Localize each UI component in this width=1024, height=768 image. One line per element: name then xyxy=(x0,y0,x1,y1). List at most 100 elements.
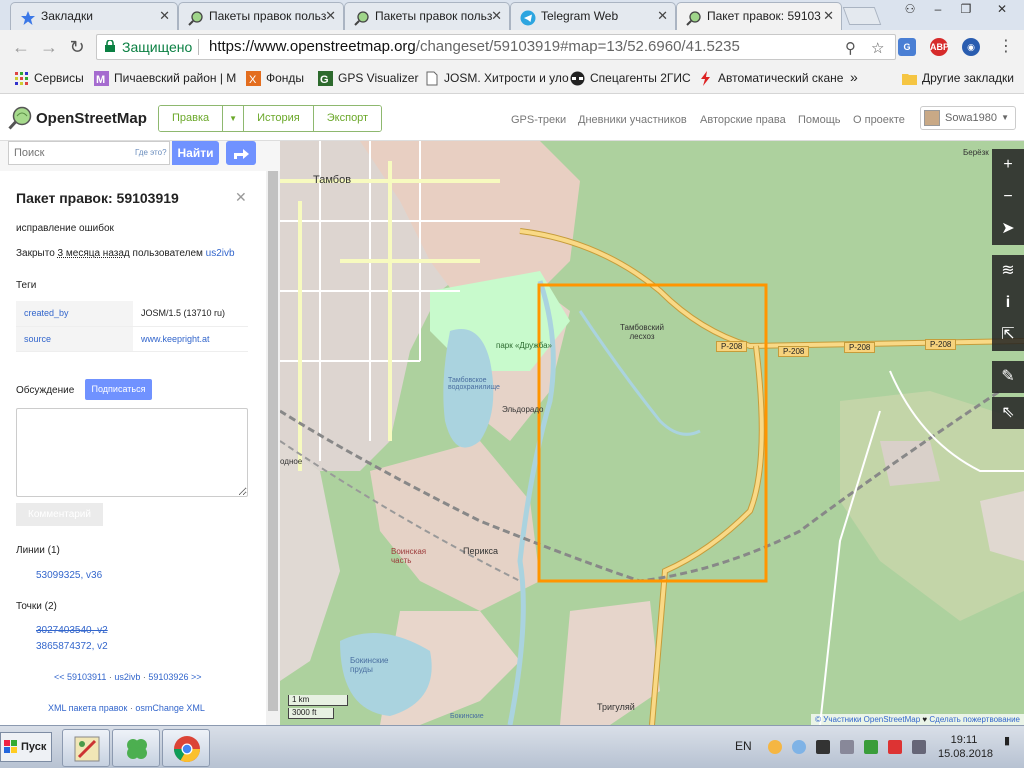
nav-copyright[interactable]: Авторские права xyxy=(700,114,786,126)
back-button[interactable]: ← xyxy=(10,36,32,58)
svg-text:X: X xyxy=(249,74,257,86)
user-menu[interactable]: Sowa1980 ▼ xyxy=(920,106,1016,130)
query-features-icon[interactable]: ⇖ xyxy=(992,397,1024,429)
tag-key[interactable]: source xyxy=(16,326,133,352)
nav-about[interactable]: О проекте xyxy=(853,114,905,126)
nav-help[interactable]: Помощь xyxy=(798,114,841,126)
bookmark-pichaevsky[interactable]: M Пичаевский район | М xyxy=(94,71,236,86)
donate-link[interactable]: Сделать пожертвование xyxy=(929,715,1020,724)
tab-changesets-2[interactable]: Пакеты правок польз ✕ xyxy=(344,2,510,30)
changeset-user-link[interactable]: us2ivb xyxy=(206,248,235,259)
adblock-extension-icon[interactable]: ABP xyxy=(930,38,949,56)
tab-bookmarks[interactable]: Закладки ✕ xyxy=(10,2,178,30)
close-icon[interactable]: ✕ xyxy=(491,3,502,29)
close-icon[interactable]: ✕ xyxy=(823,3,834,29)
info-icon[interactable]: i xyxy=(992,287,1024,319)
system-clock[interactable]: 19:11 15.08.2018 xyxy=(938,733,993,761)
browser-menu-icon[interactable]: ⋮ xyxy=(998,36,1014,56)
reload-button[interactable]: ↻ xyxy=(66,36,88,58)
osm-brand[interactable]: OpenStreetMap xyxy=(36,110,147,127)
svg-text:G: G xyxy=(320,74,329,86)
comment-button[interactable]: Комментарий xyxy=(16,503,103,526)
show-desktop-button[interactable]: ▮ xyxy=(1004,734,1010,747)
lock-icon xyxy=(105,40,115,52)
other-bookmarks-folder[interactable]: Другие закладки xyxy=(902,71,1014,85)
note-icon[interactable]: ✎ xyxy=(992,361,1024,393)
zoom-in-button[interactable]: + xyxy=(992,149,1024,181)
bookmark-2gis[interactable]: Спецагенты 2ГИС xyxy=(570,71,691,86)
address-bar[interactable]: Защищено https://www.openstreetmap.org/c… xyxy=(96,34,896,60)
zoom-out-button[interactable]: − xyxy=(992,181,1024,213)
tray-nvidia-icon[interactable] xyxy=(816,740,830,754)
chevron-down-icon: ▼ xyxy=(1001,113,1009,122)
taskbar-josm[interactable] xyxy=(62,729,110,767)
osm-icon xyxy=(188,9,204,26)
search-button[interactable]: Найти xyxy=(172,141,219,165)
sidebar-scroll-thumb[interactable] xyxy=(268,171,278,711)
bookmark-funds[interactable]: X Фонды xyxy=(246,71,304,86)
user-changesets-link[interactable]: us2ivb xyxy=(114,672,140,682)
way-link[interactable]: 53099325, v36 xyxy=(36,570,102,581)
start-button[interactable]: Пуск xyxy=(0,732,52,762)
volume-icon[interactable] xyxy=(840,740,854,754)
nav-gps-traces[interactable]: GPS-треки xyxy=(511,114,566,126)
node-link-deleted[interactable]: 3027403540, v2 xyxy=(36,625,108,636)
bookmark-star-icon[interactable]: ☆ xyxy=(871,37,884,61)
close-icon[interactable]: ✕ xyxy=(325,3,336,29)
nav-user-diaries[interactable]: Дневники участников xyxy=(578,114,687,126)
bookmark-gps-visualizer[interactable]: G GPS Visualizer xyxy=(318,71,418,86)
map-label-reservoir: Тамбовское водохранилище xyxy=(448,377,500,391)
translate-extension-icon[interactable]: G xyxy=(898,38,916,56)
zoom-search-icon[interactable]: ⚲ xyxy=(845,37,856,61)
restore-button[interactable]: ❐ xyxy=(952,0,980,20)
minimize-button[interactable]: – xyxy=(924,0,952,20)
bookmark-josm[interactable]: JOSM. Хитрости и уло xyxy=(424,71,569,86)
tab-changesets-1[interactable]: Пакеты правок польз ✕ xyxy=(178,2,344,30)
export-button[interactable]: Экспорт xyxy=(313,106,382,131)
subscribe-button[interactable]: Подписаться xyxy=(85,379,152,400)
bookmark-services[interactable]: Сервисы xyxy=(14,71,84,85)
node-link[interactable]: 3865874372, v2 xyxy=(36,641,108,652)
language-indicator[interactable]: EN xyxy=(735,739,752,753)
tab-telegram[interactable]: Telegram Web ✕ xyxy=(510,2,676,30)
close-icon[interactable]: ✕ xyxy=(657,3,668,29)
close-icon[interactable]: ✕ xyxy=(235,189,247,206)
bookmark-scanner[interactable]: Автоматический скане xyxy=(698,71,843,86)
tray-power-icon[interactable] xyxy=(912,740,926,754)
tag-key[interactable]: created_by xyxy=(16,301,133,327)
history-button[interactable]: История xyxy=(244,106,314,131)
share-icon[interactable]: ⇱ xyxy=(992,319,1024,351)
tray-network-icon[interactable] xyxy=(888,740,902,754)
new-tab-button[interactable] xyxy=(842,7,882,25)
comment-textarea[interactable] xyxy=(16,408,248,497)
map-view[interactable]: Тамбов Тамбовский лесхоз Эльдорадо Тамбо… xyxy=(280,141,1024,725)
more-bookmarks-button[interactable]: » xyxy=(850,69,858,85)
layers-icon[interactable]: ≋ xyxy=(992,255,1024,287)
forward-button[interactable]: → xyxy=(38,36,60,58)
taskbar-clover-app[interactable] xyxy=(112,729,160,767)
where-is-this-link[interactable]: Где это? xyxy=(135,148,167,157)
directions-button[interactable] xyxy=(226,141,256,165)
scale-km: 1 km xyxy=(288,695,348,706)
close-window-button[interactable]: ✕ xyxy=(980,0,1024,20)
changeset-xml-link[interactable]: XML пакета правок xyxy=(48,703,127,713)
next-changeset-link[interactable]: 59103926 >> xyxy=(148,672,201,682)
prev-changeset-link[interactable]: << 59103911 xyxy=(54,672,106,682)
tray-security-icon[interactable] xyxy=(864,740,878,754)
tab-changeset-active[interactable]: Пакет правок: 59103 ✕ xyxy=(676,2,842,30)
profile-icon[interactable]: ⚇ xyxy=(896,0,924,20)
tray-app-icon[interactable] xyxy=(768,740,782,754)
locate-icon[interactable]: ➤ xyxy=(992,213,1024,245)
osm-logo-icon[interactable] xyxy=(8,106,32,130)
tag-value[interactable]: www.keepright.at xyxy=(133,326,248,352)
close-icon[interactable]: ✕ xyxy=(159,3,170,29)
road-ref-label: Р-208 xyxy=(778,346,810,357)
tray-update-icon[interactable] xyxy=(792,740,806,754)
chevron-down-icon[interactable]: ▼ xyxy=(223,106,245,131)
contributors-link[interactable]: © Участники OpenStreetMap xyxy=(815,715,920,724)
globe-extension-icon[interactable]: ◉ xyxy=(962,38,980,56)
edit-button[interactable]: Правка xyxy=(159,106,224,131)
taskbar-chrome[interactable] xyxy=(162,729,210,767)
osmchange-xml-link[interactable]: osmChange XML xyxy=(135,703,205,713)
ways-heading: Линии (1) xyxy=(16,545,60,556)
